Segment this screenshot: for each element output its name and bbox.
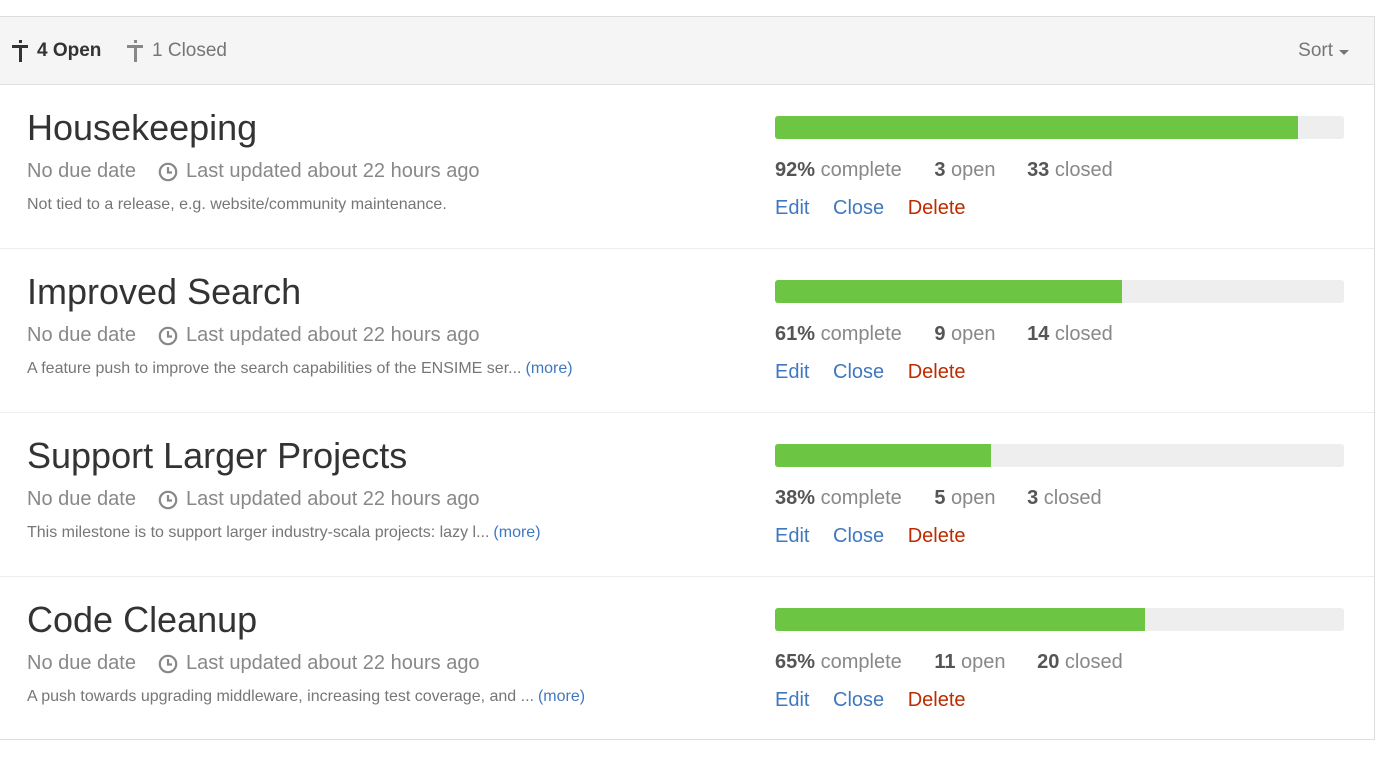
- milestone-stats: 65% complete 11 open 20 closed: [775, 651, 1123, 674]
- open-label: open: [961, 651, 1006, 673]
- percent-complete: 38%: [775, 487, 816, 509]
- complete-label: complete: [820, 159, 902, 181]
- more-link[interactable]: (more): [493, 524, 540, 541]
- open-label: open: [951, 159, 996, 181]
- milestone-icon: [12, 40, 28, 62]
- milestone-meta: No due date Last updated about 22 hours …: [27, 488, 480, 511]
- complete-label: complete: [820, 651, 902, 673]
- milestone-title[interactable]: Housekeeping: [27, 107, 257, 149]
- open-label: open: [951, 487, 996, 509]
- milestone-row: Housekeeping No due date Last updated ab…: [0, 85, 1374, 249]
- progress-bar: [775, 280, 1344, 303]
- delete-link[interactable]: Delete: [908, 525, 966, 547]
- milestone-title[interactable]: Code Cleanup: [27, 599, 257, 641]
- milestone-stats: 38% complete 5 open 3 closed: [775, 487, 1102, 510]
- milestone-meta: No due date Last updated about 22 hours …: [27, 652, 480, 675]
- milestone-actions: Edit Close Delete: [775, 197, 984, 220]
- edit-link[interactable]: Edit: [775, 689, 809, 711]
- milestone-actions: Edit Close Delete: [775, 361, 984, 384]
- closed-count: 20: [1037, 651, 1060, 673]
- description-text: Not tied to a release, e.g. website/comm…: [27, 196, 447, 213]
- clock-icon: [158, 326, 178, 345]
- milestone-row: Code Cleanup No due date Last updated ab…: [0, 577, 1374, 741]
- milestone-meta: No due date Last updated about 22 hours …: [27, 160, 480, 183]
- closed-label: closed: [1064, 651, 1123, 673]
- open-count: 9: [934, 323, 946, 345]
- edit-link[interactable]: Edit: [775, 197, 809, 219]
- sort-label: Sort: [1298, 40, 1333, 61]
- delete-link[interactable]: Delete: [908, 689, 966, 711]
- progress-fill: [775, 608, 1145, 631]
- closed-count: 3: [1027, 487, 1039, 509]
- closed-label: closed: [1043, 487, 1102, 509]
- open-filter-label: 4 Open: [37, 40, 102, 61]
- last-updated: Last updated about 22 hours ago: [185, 324, 480, 346]
- milestone-description: Not tied to a release, e.g. website/comm…: [27, 196, 447, 214]
- clock-icon: [158, 654, 178, 673]
- due-date: No due date: [27, 324, 136, 346]
- milestone-icon: [127, 40, 143, 62]
- closed-filter-label: 1 Closed: [152, 40, 227, 61]
- edit-link[interactable]: Edit: [775, 525, 809, 547]
- open-count: 3: [934, 159, 946, 181]
- milestone-title[interactable]: Improved Search: [27, 271, 301, 313]
- milestone-description: A push towards upgrading middleware, inc…: [27, 688, 585, 706]
- percent-complete: 61%: [775, 323, 816, 345]
- more-link[interactable]: (more): [525, 360, 572, 377]
- milestone-stats: 61% complete 9 open 14 closed: [775, 323, 1113, 346]
- clock-icon: [158, 162, 178, 181]
- complete-label: complete: [820, 323, 902, 345]
- open-label: open: [951, 323, 996, 345]
- open-filter[interactable]: 4 Open: [12, 17, 101, 85]
- last-updated: Last updated about 22 hours ago: [185, 652, 480, 674]
- clock-icon: [158, 490, 178, 509]
- last-updated: Last updated about 22 hours ago: [185, 160, 480, 182]
- milestones-header: 4 Open 1 Closed Sort: [0, 17, 1374, 85]
- closed-count: 14: [1027, 323, 1050, 345]
- edit-link[interactable]: Edit: [775, 361, 809, 383]
- closed-label: closed: [1054, 323, 1113, 345]
- progress-bar: [775, 116, 1344, 139]
- description-text: A push towards upgrading middleware, inc…: [27, 688, 534, 705]
- milestone-row: Improved Search No due date Last updated…: [0, 249, 1374, 413]
- milestone-meta: No due date Last updated about 22 hours …: [27, 324, 480, 347]
- progress-bar: [775, 608, 1344, 631]
- sort-dropdown[interactable]: Sort: [1298, 17, 1349, 85]
- progress-bar: [775, 444, 1344, 467]
- milestone-actions: Edit Close Delete: [775, 525, 984, 548]
- description-text: This milestone is to support larger indu…: [27, 524, 490, 541]
- open-count: 5: [934, 487, 946, 509]
- milestone-stats: 92% complete 3 open 33 closed: [775, 159, 1113, 182]
- percent-complete: 65%: [775, 651, 816, 673]
- milestone-description: A feature push to improve the search cap…: [27, 360, 573, 378]
- close-link[interactable]: Close: [833, 197, 884, 219]
- percent-complete: 92%: [775, 159, 816, 181]
- close-link[interactable]: Close: [833, 361, 884, 383]
- last-updated: Last updated about 22 hours ago: [185, 488, 480, 510]
- due-date: No due date: [27, 160, 136, 182]
- milestones-list: 4 Open 1 Closed Sort Housekeeping No due…: [0, 16, 1375, 740]
- milestone-description: This milestone is to support larger indu…: [27, 524, 541, 542]
- closed-filter[interactable]: 1 Closed: [127, 17, 227, 85]
- closed-count: 33: [1027, 159, 1050, 181]
- milestone-title[interactable]: Support Larger Projects: [27, 435, 407, 477]
- progress-fill: [775, 116, 1299, 139]
- due-date: No due date: [27, 488, 136, 510]
- milestone-row: Support Larger Projects No due date Last…: [0, 413, 1374, 577]
- open-count: 11: [934, 651, 956, 673]
- close-link[interactable]: Close: [833, 525, 884, 547]
- progress-fill: [775, 280, 1123, 303]
- more-link[interactable]: (more): [538, 688, 585, 705]
- milestone-actions: Edit Close Delete: [775, 689, 984, 712]
- close-link[interactable]: Close: [833, 689, 884, 711]
- progress-fill: [775, 444, 992, 467]
- delete-link[interactable]: Delete: [908, 197, 966, 219]
- closed-label: closed: [1054, 159, 1113, 181]
- complete-label: complete: [820, 487, 902, 509]
- delete-link[interactable]: Delete: [908, 361, 966, 383]
- description-text: A feature push to improve the search cap…: [27, 360, 522, 377]
- due-date: No due date: [27, 652, 136, 674]
- caret-down-icon: [1339, 49, 1349, 55]
